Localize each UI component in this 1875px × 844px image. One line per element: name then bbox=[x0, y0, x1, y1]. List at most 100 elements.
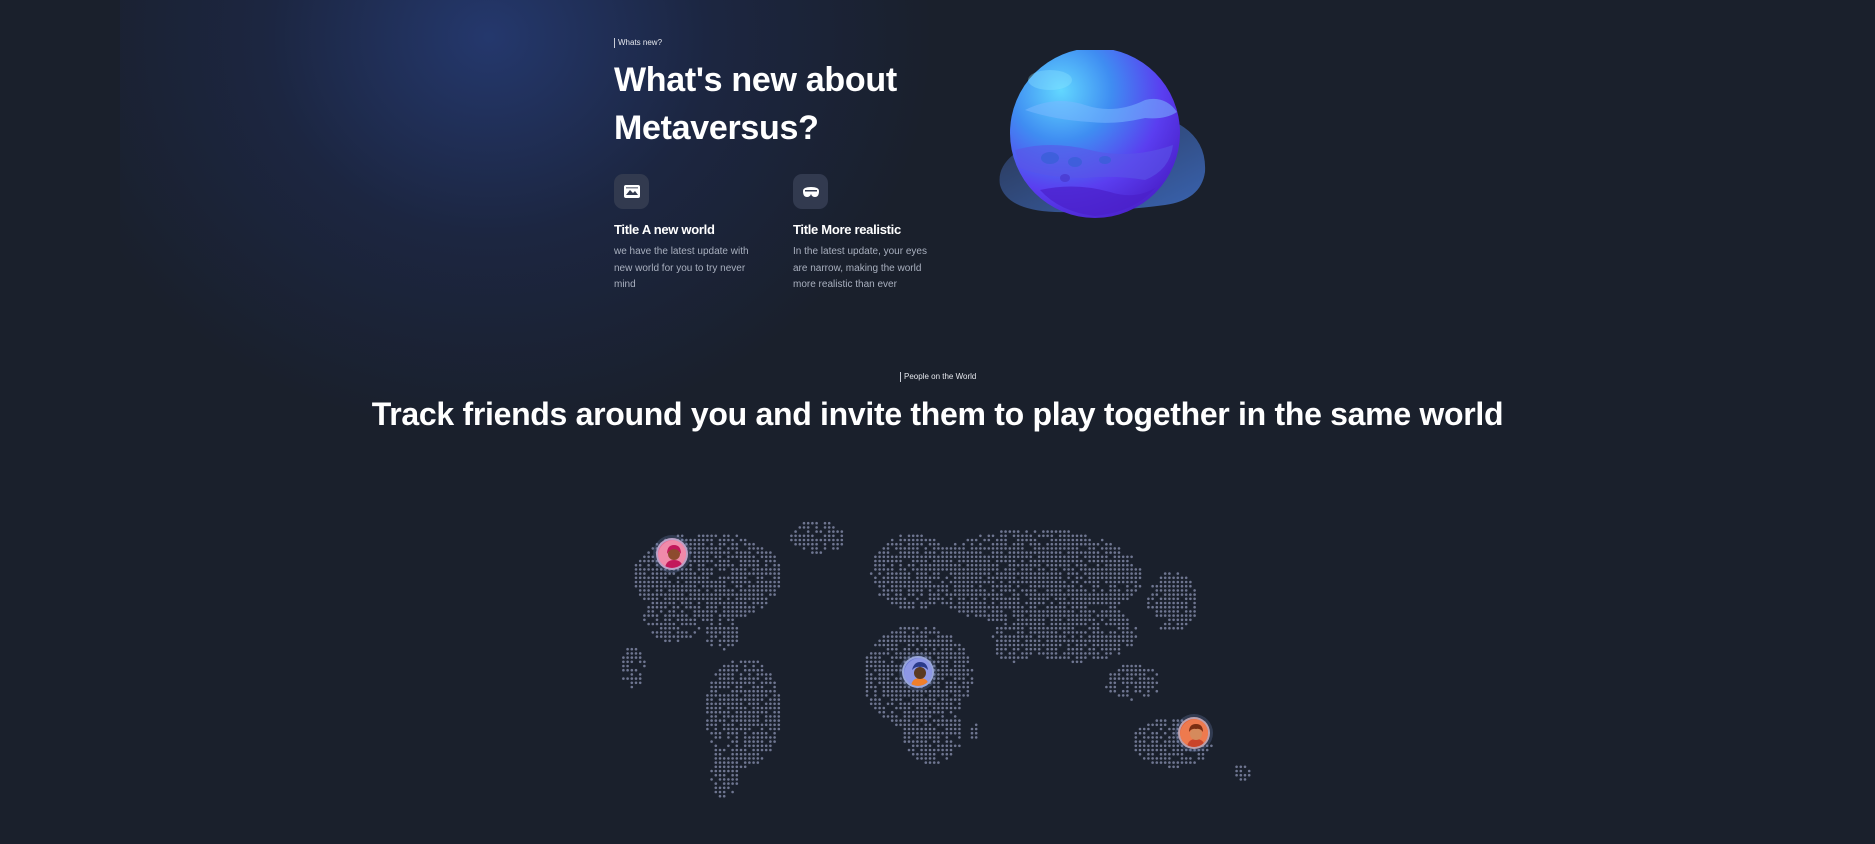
orange-haired-person-avatar[interactable] bbox=[1178, 717, 1210, 749]
map-dot bbox=[836, 542, 839, 546]
map-dot bbox=[722, 782, 726, 785]
map-dot bbox=[802, 521, 806, 525]
map-dot bbox=[1016, 551, 1020, 554]
map-dot bbox=[995, 547, 999, 550]
map-dot bbox=[1176, 752, 1180, 756]
map-dot bbox=[743, 694, 747, 697]
map-dot bbox=[748, 761, 751, 764]
map-dot bbox=[722, 584, 726, 588]
map-dot bbox=[1063, 635, 1066, 638]
map-dot bbox=[1008, 576, 1012, 580]
map-dot bbox=[1004, 589, 1007, 592]
map-dot bbox=[756, 706, 760, 710]
map-dot bbox=[924, 706, 928, 710]
pink-haired-person-avatar[interactable] bbox=[656, 538, 688, 570]
map-dot bbox=[647, 605, 650, 609]
map-dot bbox=[882, 677, 886, 680]
map-dot bbox=[731, 660, 734, 664]
map-dot bbox=[945, 656, 949, 659]
map-dot bbox=[756, 715, 760, 718]
map-dot bbox=[874, 689, 877, 693]
map-dot bbox=[932, 538, 936, 542]
map-dot bbox=[739, 689, 743, 693]
map-dot bbox=[748, 584, 751, 588]
map-dot bbox=[1151, 677, 1154, 680]
map-dot bbox=[1109, 597, 1112, 601]
map-dot bbox=[932, 736, 936, 739]
map-dot bbox=[743, 731, 747, 735]
map-dot bbox=[735, 555, 739, 559]
map-dot bbox=[680, 618, 684, 622]
map-dot bbox=[748, 681, 751, 685]
map-dot bbox=[1079, 656, 1083, 659]
map-dot bbox=[945, 702, 949, 706]
map-dot bbox=[1151, 740, 1154, 743]
map-dot bbox=[1113, 563, 1117, 567]
map-dot bbox=[895, 664, 898, 668]
map-dot bbox=[890, 647, 894, 651]
map-dot bbox=[945, 652, 949, 655]
map-dot bbox=[953, 719, 957, 722]
map-dot bbox=[722, 610, 726, 613]
map-dot bbox=[735, 710, 739, 714]
map-dot bbox=[949, 681, 953, 685]
map-dot bbox=[794, 542, 797, 546]
map-dot bbox=[1189, 597, 1192, 601]
map-dot bbox=[811, 521, 814, 525]
map-dot bbox=[1054, 542, 1058, 546]
map-dot bbox=[949, 593, 953, 596]
map-dot bbox=[1092, 551, 1096, 554]
map-dot bbox=[1151, 752, 1154, 756]
map-dot bbox=[1126, 555, 1129, 559]
map-dot bbox=[638, 584, 642, 588]
map-dot bbox=[882, 593, 886, 596]
map-dot bbox=[1063, 631, 1066, 634]
map-dot bbox=[1121, 559, 1125, 563]
map-dot bbox=[1012, 542, 1016, 546]
map-dot bbox=[1054, 610, 1058, 613]
map-dot bbox=[1117, 580, 1121, 584]
map-dot bbox=[651, 593, 655, 596]
blue-haired-person-avatar[interactable] bbox=[902, 656, 934, 688]
map-dot bbox=[773, 715, 776, 718]
map-dot bbox=[962, 656, 965, 659]
map-dot bbox=[916, 757, 919, 760]
map-dot bbox=[945, 568, 949, 571]
map-dot bbox=[1176, 622, 1180, 626]
map-dot bbox=[714, 584, 718, 588]
map-dot bbox=[1046, 647, 1049, 651]
map-dot bbox=[970, 605, 974, 609]
map-dot bbox=[979, 542, 982, 546]
map-dot bbox=[710, 551, 713, 554]
map-dot bbox=[1067, 534, 1070, 538]
map-dot bbox=[689, 538, 692, 542]
map-dot bbox=[1113, 551, 1117, 554]
map-dot bbox=[916, 744, 919, 748]
map-dot bbox=[1172, 605, 1175, 609]
map-dot bbox=[1138, 576, 1142, 580]
map-dot bbox=[1067, 530, 1070, 533]
map-dot bbox=[911, 740, 915, 743]
map-dot bbox=[1197, 752, 1201, 756]
map-dot bbox=[907, 572, 911, 575]
map-dot bbox=[739, 614, 743, 617]
map-dot bbox=[622, 677, 625, 680]
map-dot bbox=[886, 673, 890, 676]
map-dot bbox=[899, 639, 902, 643]
map-dot bbox=[886, 677, 890, 680]
map-dot bbox=[1075, 643, 1079, 647]
map-dot bbox=[1033, 601, 1037, 605]
map-dot bbox=[827, 526, 831, 529]
map-dot bbox=[962, 652, 965, 655]
map-dot bbox=[949, 731, 953, 735]
map-dot bbox=[739, 660, 743, 664]
map-dot bbox=[1079, 652, 1083, 655]
map-dot bbox=[739, 555, 743, 559]
map-dot bbox=[1008, 639, 1012, 643]
map-dot bbox=[1071, 584, 1075, 588]
map-dot bbox=[697, 563, 701, 567]
map-dot bbox=[1147, 736, 1150, 739]
map-dot bbox=[756, 723, 760, 727]
map-dot bbox=[970, 547, 974, 550]
map-dot bbox=[1004, 626, 1007, 630]
